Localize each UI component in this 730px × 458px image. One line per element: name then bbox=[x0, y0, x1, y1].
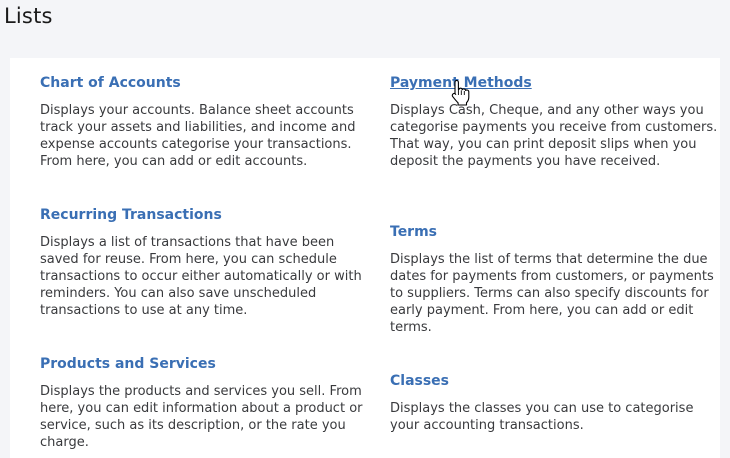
recurring-transactions-link[interactable]: Recurring Transactions bbox=[40, 206, 376, 224]
products-and-services-link[interactable]: Products and Services bbox=[40, 355, 376, 373]
page-title: Lists bbox=[4, 4, 53, 28]
list-item-terms: Terms Displays the list of terms that de… bbox=[390, 223, 726, 336]
list-item-payment-methods: Payment Methods Displays Cash, Cheque, a… bbox=[390, 74, 726, 170]
payment-methods-description: Displays Cash, Cheque, and any other way… bbox=[390, 103, 718, 169]
list-item-classes: Classes Displays the classes you can use… bbox=[390, 372, 726, 434]
lists-panel: Chart of Accounts Displays your accounts… bbox=[10, 58, 720, 458]
list-item-chart-of-accounts: Chart of Accounts Displays your accounts… bbox=[40, 74, 376, 170]
payment-methods-link[interactable]: Payment Methods bbox=[390, 74, 726, 92]
classes-description: Displays the classes you can use to cate… bbox=[390, 401, 694, 433]
terms-description: Displays the list of terms that determin… bbox=[390, 252, 714, 335]
hand-pointer-icon bbox=[451, 80, 470, 106]
products-and-services-description: Displays the products and services you s… bbox=[40, 384, 363, 450]
recurring-transactions-description: Displays a list of transactions that hav… bbox=[40, 235, 362, 318]
chart-of-accounts-description: Displays your accounts. Balance sheet ac… bbox=[40, 103, 356, 169]
terms-link[interactable]: Terms bbox=[390, 223, 726, 241]
classes-link[interactable]: Classes bbox=[390, 372, 726, 390]
list-item-products-and-services: Products and Services Displays the produ… bbox=[40, 355, 376, 451]
list-item-recurring-transactions: Recurring Transactions Displays a list o… bbox=[40, 206, 376, 319]
chart-of-accounts-link[interactable]: Chart of Accounts bbox=[40, 74, 376, 92]
